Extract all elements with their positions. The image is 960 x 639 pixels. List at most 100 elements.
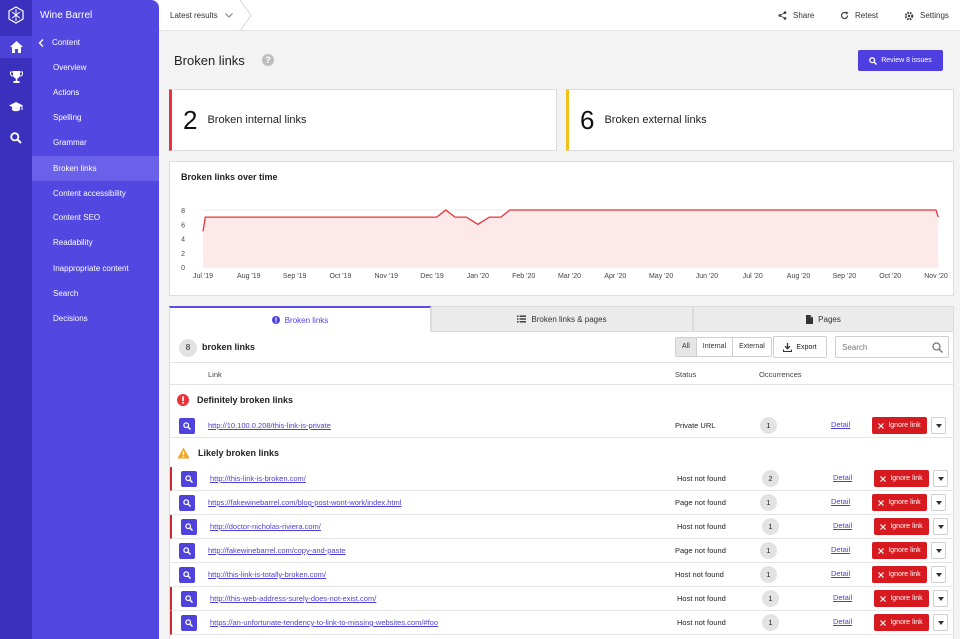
retest-label: Retest: [855, 11, 879, 20]
sidebar-item-grammar[interactable]: Grammar: [32, 130, 159, 155]
link-status: Page not found: [675, 546, 726, 555]
broken-links-chart: 0 2 4 6 8 Jul '19 Aug '19 Sep '19 Oct '19 Nov '19…: [181, 208, 948, 280]
close-icon: [880, 619, 887, 626]
ignore-link-button[interactable]: Ignore link: [874, 590, 929, 607]
external-links-card[interactable]: 6 Broken external links: [566, 89, 954, 151]
filter-internal[interactable]: Internal: [696, 338, 734, 356]
ignore-label: Ignore link: [890, 475, 923, 482]
filter-external[interactable]: External: [733, 338, 771, 356]
occurrences-badge: 1: [760, 494, 777, 511]
link-status: Host not found: [677, 618, 726, 627]
tab-label: Broken links & pages: [531, 314, 607, 324]
search-input[interactable]: [836, 337, 931, 357]
svg-text:?: ?: [265, 55, 271, 65]
row-options-dropdown[interactable]: [933, 518, 948, 535]
ignore-link-button[interactable]: Ignore link: [872, 494, 927, 511]
link-url[interactable]: http://this-link-is-totally-broken.com/: [208, 570, 326, 579]
link-status: Host not found: [677, 522, 726, 531]
sidebar-item-overview[interactable]: Overview: [32, 55, 159, 80]
broken-links-table: 8 broken links All Internal External Exp…: [169, 332, 954, 639]
chart-x-tick-label: Jul '19: [193, 273, 213, 280]
export-button[interactable]: Export: [773, 336, 827, 358]
breadcrumb[interactable]: Latest results: [170, 0, 233, 31]
row-options-dropdown[interactable]: [933, 614, 948, 631]
review-issues-button[interactable]: Review 8 issues: [858, 50, 943, 71]
link-url[interactable]: http://fakewinebarrel.com/copy-and-paste: [208, 546, 346, 555]
row-options-dropdown[interactable]: [931, 542, 946, 559]
trophy-icon[interactable]: [0, 66, 32, 88]
ignore-link-button[interactable]: Ignore link: [872, 417, 927, 434]
sidebar-item-inappropriate-content[interactable]: Inappropriate content: [32, 256, 159, 281]
detail-link[interactable]: Detail: [833, 593, 852, 602]
ignore-link-button[interactable]: Ignore link: [872, 542, 927, 559]
sidebar-item-decisions[interactable]: Decisions: [32, 306, 159, 331]
retest-button[interactable]: Retest: [840, 0, 878, 31]
row-options-dropdown[interactable]: [933, 470, 948, 487]
ignore-link-button[interactable]: Ignore link: [874, 470, 929, 487]
close-icon: [880, 475, 887, 482]
link-url[interactable]: https://an-unfortunate-tendency-to-link-…: [210, 618, 438, 627]
link-url[interactable]: http://this-web-address-surely-does-not-…: [210, 594, 376, 603]
inspect-link-button[interactable]: [181, 519, 197, 535]
ignore-link-button[interactable]: Ignore link: [874, 518, 929, 535]
search-icon[interactable]: [0, 127, 32, 149]
detail-link[interactable]: Detail: [831, 497, 850, 506]
link-url[interactable]: http://10.100.0.208/this-link-is-private: [208, 421, 331, 430]
settings-label: Settings: [920, 11, 949, 20]
refresh-icon: [840, 11, 849, 20]
row-options-dropdown[interactable]: [931, 566, 946, 583]
row-options-dropdown[interactable]: [931, 494, 946, 511]
inspect-link-button[interactable]: [179, 543, 195, 559]
ignore-label: Ignore link: [888, 499, 921, 506]
detail-link[interactable]: Detail: [833, 521, 852, 530]
link-url[interactable]: http://this-link-is-broken.com/: [210, 474, 306, 483]
sidebar-item-search[interactable]: Search: [32, 281, 159, 306]
help-icon[interactable]: ?: [262, 54, 274, 66]
share-button[interactable]: Share: [778, 0, 814, 31]
graduation-cap-icon[interactable]: [0, 96, 32, 118]
link-status: Host not found: [677, 594, 726, 603]
internal-links-card[interactable]: 2 Broken internal links: [169, 89, 557, 151]
share-icon: [778, 11, 787, 20]
inspect-link-button[interactable]: [179, 495, 195, 511]
detail-link[interactable]: Detail: [831, 420, 850, 429]
back-to-content-link[interactable]: Content: [38, 38, 80, 47]
tab-broken-links[interactable]: Broken links: [169, 306, 431, 332]
inspect-link-button[interactable]: [181, 471, 197, 487]
search-icon[interactable]: [932, 342, 943, 353]
logo-icon[interactable]: [0, 4, 32, 26]
sidebar-item-broken-links[interactable]: Broken links: [32, 156, 159, 181]
page-title: Broken links: [174, 53, 245, 68]
home-icon[interactable]: [0, 36, 32, 58]
sidebar: Wine Barrel Content Overview Actions Spe…: [32, 0, 159, 639]
detail-link[interactable]: Detail: [831, 569, 850, 578]
sidebar-item-content-seo[interactable]: Content SEO: [32, 205, 159, 230]
chart-x-tick-label: Sep '19: [283, 273, 307, 280]
sidebar-item-spelling[interactable]: Spelling: [32, 105, 159, 130]
search-field: [835, 336, 949, 358]
close-icon: [878, 422, 885, 429]
ignore-link-button[interactable]: Ignore link: [872, 566, 927, 583]
settings-button[interactable]: Settings: [904, 0, 949, 31]
inspect-link-button[interactable]: [181, 591, 197, 607]
chart-panel: Broken links over time 0 2 4 6 8 Jul '19 Aug '…: [169, 161, 954, 296]
detail-link[interactable]: Detail: [833, 473, 852, 482]
link-url[interactable]: http://doctor-nicholas-riviera.com/: [210, 522, 321, 531]
inspect-link-button[interactable]: [181, 615, 197, 631]
detail-link[interactable]: Detail: [833, 617, 852, 626]
sidebar-item-content-accessibility[interactable]: Content accessibility: [32, 181, 159, 206]
filter-all[interactable]: All: [676, 338, 697, 356]
tab-pages[interactable]: Pages: [693, 306, 954, 332]
ignore-link-button[interactable]: Ignore link: [874, 614, 929, 631]
row-options-dropdown[interactable]: [933, 590, 948, 607]
link-status: Private URL: [675, 421, 716, 430]
link-url[interactable]: https://fakewinebarrel.com/blog-post-won…: [208, 498, 401, 507]
detail-link[interactable]: Detail: [831, 545, 850, 554]
sidebar-item-readability[interactable]: Readability: [32, 230, 159, 255]
inspect-link-button[interactable]: [179, 418, 195, 434]
inspect-link-button[interactable]: [179, 567, 195, 583]
row-options-dropdown[interactable]: [931, 417, 946, 434]
caret-down-icon: [937, 620, 944, 625]
tab-broken-links-and-pages[interactable]: Broken links & pages: [431, 306, 693, 332]
sidebar-item-actions[interactable]: Actions: [32, 80, 159, 105]
